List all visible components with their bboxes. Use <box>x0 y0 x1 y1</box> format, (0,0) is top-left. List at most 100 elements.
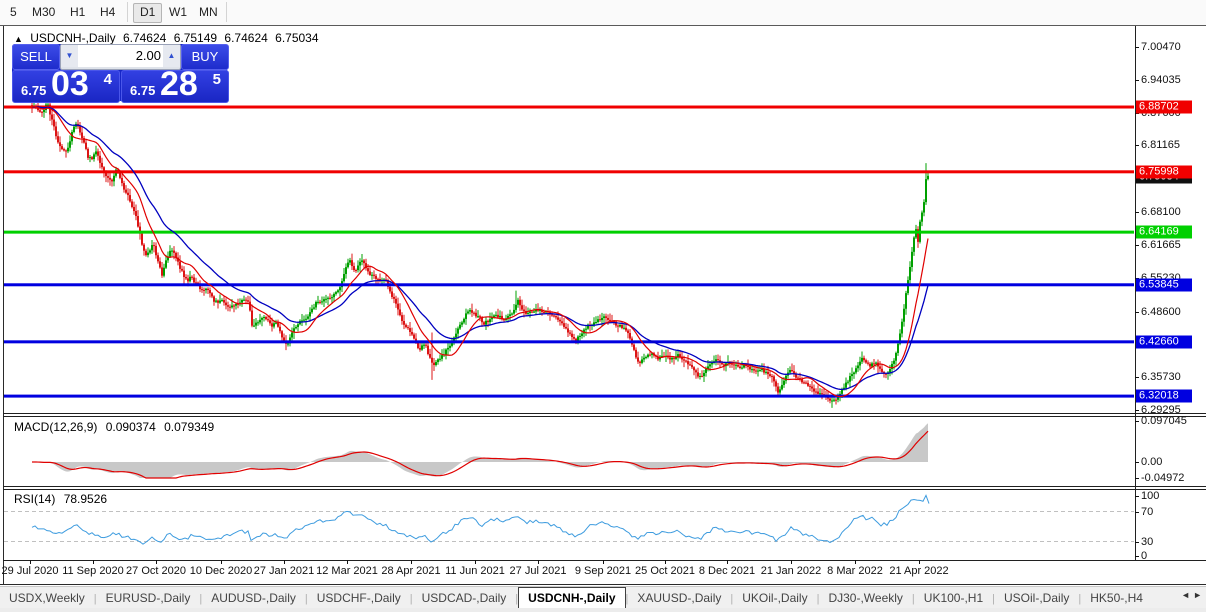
sell-price-prefix: 6.75 <box>21 83 46 98</box>
sell-price-digits: 03 <box>51 65 89 104</box>
date-tick-label: 27 Jul 2021 <box>510 565 567 577</box>
date-tick-label: 10 Dec 2020 <box>190 565 252 577</box>
price-tick-mark <box>1135 245 1139 246</box>
date-tick-label: 29 Jul 2020 <box>2 565 59 577</box>
date-tick-label: 28 Apr 2021 <box>381 565 440 577</box>
level-price-badge: 6.53845 <box>1136 278 1192 291</box>
price-tick-label: 6.68100 <box>1141 206 1181 218</box>
sell-price-pip: 4 <box>104 71 112 88</box>
mt4-window: 5M30H1H4D1W1MN ▲ USDCNH-,Daily 6.74624 6… <box>0 0 1206 612</box>
chart-symbol-label: USDCNH-,Daily <box>30 31 115 45</box>
date-tick-label: 11 Jun 2021 <box>445 565 505 577</box>
date-tick-mark <box>727 560 728 564</box>
date-tick-label: 25 Oct 2021 <box>635 565 695 577</box>
ohlc-close: 6.75034 <box>275 31 318 45</box>
date-tick-label: 9 Sep 2021 <box>575 565 631 577</box>
rsi-tick-mark <box>1135 496 1139 497</box>
rsi-tick-label: 100 <box>1141 490 1159 502</box>
date-tick-label: 27 Jan 2021 <box>254 565 315 577</box>
price-tick-mark <box>1135 312 1139 313</box>
volume-input[interactable]: 2.00 <box>78 45 164 67</box>
date-tick-mark <box>603 560 604 564</box>
chart-tab-ukoil-daily[interactable]: UKOil-,Daily <box>733 588 816 609</box>
chart-title: ▲ USDCNH-,Daily 6.74624 6.75149 6.74624 … <box>14 31 323 45</box>
chart-tab-dj30-weekly[interactable]: DJ30-,Weekly <box>819 588 911 609</box>
rsi-tick-mark <box>1135 512 1139 513</box>
date-tick-label: 21 Apr 2022 <box>889 565 948 577</box>
price-tick-label: 6.94035 <box>1141 74 1181 86</box>
one-click-trading-panel: SELL ▼ 2.00 ▲ BUY 6.75 03 4 6.75 28 5 <box>12 44 227 101</box>
collapse-subwindow-icon[interactable]: ▲ <box>14 34 23 44</box>
date-tick-mark <box>284 560 285 564</box>
chart-tab-usdx-weekly[interactable]: USDX,Weekly <box>0 588 94 609</box>
buy-price-pip: 5 <box>213 71 221 88</box>
ohlc-open: 6.74624 <box>123 31 166 45</box>
date-tick-mark <box>221 560 222 564</box>
ohlc-high: 6.75149 <box>174 31 217 45</box>
macd-tick-label: -0.04972 <box>1141 472 1184 484</box>
buy-price-display[interactable]: 6.75 28 5 <box>121 70 229 103</box>
buy-price-prefix: 6.75 <box>130 83 155 98</box>
date-tick-mark <box>156 560 157 564</box>
chart-tab-usdcnh-daily[interactable]: USDCNH-,Daily <box>518 587 625 609</box>
volume-decrease-button[interactable]: ▼ <box>61 45 78 67</box>
status-strip <box>0 608 1206 612</box>
level-price-badge: 6.75998 <box>1136 165 1192 178</box>
rsi-tick-label: 30 <box>1141 536 1153 548</box>
rsi-tick-label: 0 <box>1141 550 1147 562</box>
price-tick-label: 7.00470 <box>1141 41 1181 53</box>
chart-tab-bar: USDX,Weekly|EURUSD-,Daily|AUDUSD-,Daily|… <box>0 586 1206 609</box>
chart-tab-usdchf-daily[interactable]: USDCHF-,Daily <box>308 588 410 609</box>
tab-scroll-right-icon[interactable]: ► <box>1193 590 1202 600</box>
volume-increase-button[interactable]: ▲ <box>163 45 180 67</box>
macd-tick-mark <box>1135 478 1139 479</box>
date-tick-mark <box>665 560 666 564</box>
date-tick-label: 12 Mar 2021 <box>316 565 378 577</box>
rsi-name: RSI(14) <box>14 492 55 506</box>
date-tick-mark <box>791 560 792 564</box>
date-tick-label: 11 Sep 2020 <box>62 565 124 577</box>
price-tick-mark <box>1135 212 1139 213</box>
price-tick-label: 6.81165 <box>1141 139 1180 151</box>
macd-name: MACD(12,26,9) <box>14 420 97 434</box>
macd-tick-label: 0.00 <box>1141 456 1162 468</box>
chart-tab-eurusd-daily[interactable]: EURUSD-,Daily <box>97 588 200 609</box>
date-tick-label: 21 Jan 2022 <box>761 565 822 577</box>
date-tick-label: 8 Dec 2021 <box>699 565 755 577</box>
date-tick-mark <box>93 560 94 564</box>
date-tick-mark <box>855 560 856 564</box>
macd-tick-mark <box>1135 421 1139 422</box>
price-tick-mark <box>1135 80 1139 81</box>
level-price-badge: 6.42660 <box>1136 335 1192 348</box>
level-price-badge: 6.64169 <box>1136 226 1192 239</box>
chart-tab-uk100-h1[interactable]: UK100-,H1 <box>915 588 992 609</box>
level-price-badge: 6.32018 <box>1136 390 1192 403</box>
date-tick-mark <box>538 560 539 564</box>
price-tick-label: 6.61665 <box>1141 239 1181 251</box>
chart-tab-hk50-h4[interactable]: HK50-,H4 <box>1081 588 1152 609</box>
date-tick-mark <box>475 560 476 564</box>
chart-tab-usdcad-daily[interactable]: USDCAD-,Daily <box>413 588 516 609</box>
macd-tick-label: 0.097045 <box>1141 415 1187 427</box>
macd-value-main: 0.090374 <box>106 420 156 434</box>
date-tick-mark <box>30 560 31 564</box>
date-tick-mark <box>347 560 348 564</box>
chart-tab-xauusd-daily[interactable]: XAUUSD-,Daily <box>628 588 730 609</box>
rsi-label: RSI(14) 78.9526 <box>14 492 112 506</box>
ohlc-low: 6.74624 <box>224 31 267 45</box>
macd-label: MACD(12,26,9) 0.090374 0.079349 <box>14 420 219 434</box>
price-tick-mark <box>1135 47 1139 48</box>
price-tick-mark <box>1135 377 1139 378</box>
rsi-value: 78.9526 <box>64 492 107 506</box>
rsi-tick-label: 70 <box>1141 506 1153 518</box>
price-tick-mark <box>1135 410 1139 411</box>
chart-tab-usoil-daily[interactable]: USOil-,Daily <box>995 588 1078 609</box>
chart-tab-audusd-daily[interactable]: AUDUSD-,Daily <box>202 588 305 609</box>
rsi-tick-mark <box>1135 542 1139 543</box>
sell-price-display[interactable]: 6.75 03 4 <box>12 70 120 103</box>
price-tick-label: 6.48600 <box>1141 306 1181 318</box>
date-tick-mark <box>411 560 412 564</box>
buy-price-digits: 28 <box>160 65 198 104</box>
tab-scroll-left-icon[interactable]: ◄ <box>1181 590 1190 600</box>
macd-value-signal: 0.079349 <box>164 420 214 434</box>
